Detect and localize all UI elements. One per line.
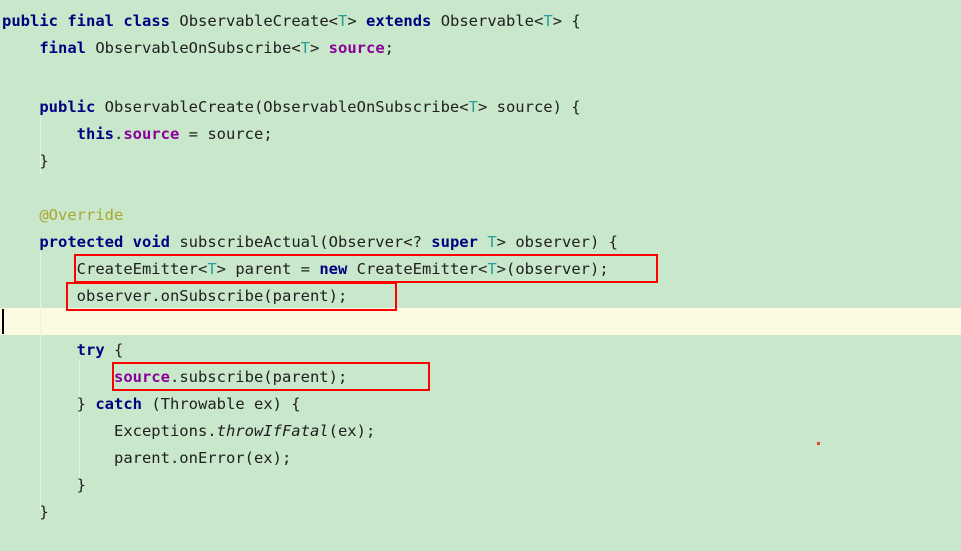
code-line-10[interactable]: protected void subscribeActual(Observer<… — [2, 229, 618, 256]
field-ref-source-call: source — [113, 368, 170, 386]
code-line-4[interactable]: public ObservableCreate(ObservableOnSubs… — [2, 94, 580, 121]
keyword-protected: protected — [39, 233, 124, 251]
closing-brace-ctor: } — [2, 152, 49, 170]
keyword-extends: extends — [366, 12, 432, 30]
call-parent-on-error: parent.onError(ex); — [113, 449, 292, 467]
method-subscribe-actual: subscribeActual(Observer — [170, 233, 404, 251]
field-source: source — [328, 39, 385, 57]
keyword-try: try — [76, 341, 105, 359]
keyword-catch: catch — [95, 395, 142, 413]
type-observable-create: ObservableCreate — [170, 12, 329, 30]
closing-brace-method: } — [2, 503, 49, 521]
type-observable: Observable — [431, 12, 535, 30]
type-create-emitter: CreateEmitter — [76, 260, 198, 278]
keyword-void: void — [132, 233, 170, 251]
ctor-call-create-emitter: CreateEmitter — [347, 260, 478, 278]
type-observable-on-subscribe: ObservableOnSubscribe — [86, 39, 292, 57]
code-line-5[interactable]: this.source = source; — [2, 121, 273, 148]
catch-clause-throwable: (Throwable ex) { — [142, 395, 301, 413]
field-ref-source: source — [123, 125, 180, 143]
closing-brace-catch: } — [2, 476, 86, 494]
code-line-17[interactable]: Exceptions.throwIfFatal(ex); — [2, 418, 375, 445]
call-observer-on-subscribe: observer.onSubscribe(parent); — [76, 287, 348, 305]
current-line-highlight — [0, 308, 961, 335]
code-text-layer[interactable]: public final class ObservableCreate<T> e… — [0, 0, 618, 551]
code-editor-view[interactable]: public final class ObservableCreate<T> e… — [0, 0, 961, 551]
assignment-source: = source; — [179, 125, 273, 143]
keyword-class: class — [123, 12, 171, 30]
constructor-observable-create: ObservableCreate(ObservableOnSubscribe — [95, 98, 460, 116]
type-exceptions: Exceptions. — [113, 422, 217, 440]
keyword-this: this — [76, 125, 114, 143]
code-line-6[interactable]: } — [2, 148, 49, 175]
annotation-override: @Override — [39, 206, 124, 224]
code-line-19[interactable]: } — [2, 472, 86, 499]
code-line-1[interactable]: public final class ObservableCreate<T> e… — [2, 8, 581, 35]
code-line-16[interactable]: } catch (Throwable ex) { — [2, 391, 301, 418]
code-line-9[interactable]: @Override — [2, 202, 123, 229]
text-caret — [2, 309, 4, 334]
code-line-14[interactable]: try { — [2, 337, 124, 364]
keyword-super: super — [431, 233, 478, 251]
keyword-new: new — [319, 260, 348, 278]
code-line-11[interactable]: CreateEmitter<T> parent = new CreateEmit… — [2, 256, 609, 283]
stray-marker-dot — [817, 442, 820, 445]
keyword-final-field: final — [39, 39, 86, 57]
code-line-15[interactable]: source.subscribe(parent); — [2, 364, 347, 391]
generic-param-t: T — [338, 12, 348, 30]
keyword-final: final — [67, 12, 115, 30]
call-subscribe: .subscribe(parent); — [169, 368, 348, 386]
code-line-2[interactable]: final ObservableOnSubscribe<T> source; — [2, 35, 394, 62]
keyword-public-ctor: public — [39, 98, 96, 116]
code-line-12[interactable]: observer.onSubscribe(parent); — [2, 283, 348, 310]
keyword-public: public — [2, 12, 58, 30]
code-line-18[interactable]: parent.onError(ex); — [2, 445, 291, 472]
code-line-20[interactable]: } — [2, 499, 49, 526]
method-throw-if-fatal: throwIfFatal — [216, 422, 329, 440]
